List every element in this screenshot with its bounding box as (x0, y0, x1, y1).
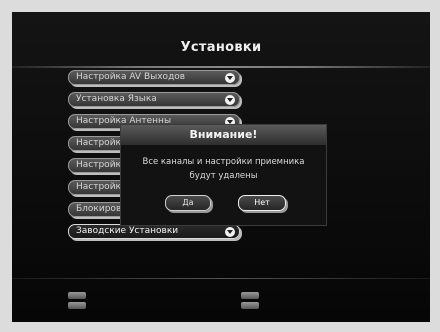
menu-item-label: Установка Языка (76, 94, 157, 104)
dialog-title: Внимание! (121, 125, 326, 145)
title-divider (12, 66, 430, 68)
warning-dialog: Внимание! Все каналы и настройки приемни… (120, 124, 327, 226)
key-hint-icon (241, 292, 259, 299)
dialog-message-line: Все каналы и настройки приемника (142, 157, 305, 167)
dialog-message-line: будут удалены (189, 171, 258, 181)
no-button[interactable]: Нет (238, 195, 286, 211)
chevron-down-icon (225, 227, 235, 237)
key-hint-icon (68, 302, 86, 309)
footer-divider (12, 278, 430, 279)
key-hint-icon (241, 302, 259, 309)
menu-item-language[interactable]: Установка Языка (68, 92, 240, 107)
chevron-down-icon (225, 73, 235, 83)
yes-button[interactable]: Да (165, 195, 211, 211)
dialog-message: Все каналы и настройки приемника будут у… (127, 155, 320, 183)
tv-screen: Установки Настройка AV Выходов Установка… (12, 12, 430, 322)
key-hint-icon (68, 292, 86, 299)
chevron-down-icon (225, 95, 235, 105)
menu-item-factory-reset[interactable]: Заводские Установки (68, 224, 240, 239)
menu-item-label: Настройка (76, 138, 127, 148)
menu-item-label: Настройка AV Выходов (76, 72, 186, 82)
menu-item-label: Заводские Установки (76, 226, 179, 236)
page-title: Установки (180, 40, 262, 55)
menu-item-label: Настройка (76, 182, 127, 192)
menu-item-label: Настройка (76, 160, 127, 170)
menu-item-av-outputs[interactable]: Настройка AV Выходов (68, 70, 240, 85)
